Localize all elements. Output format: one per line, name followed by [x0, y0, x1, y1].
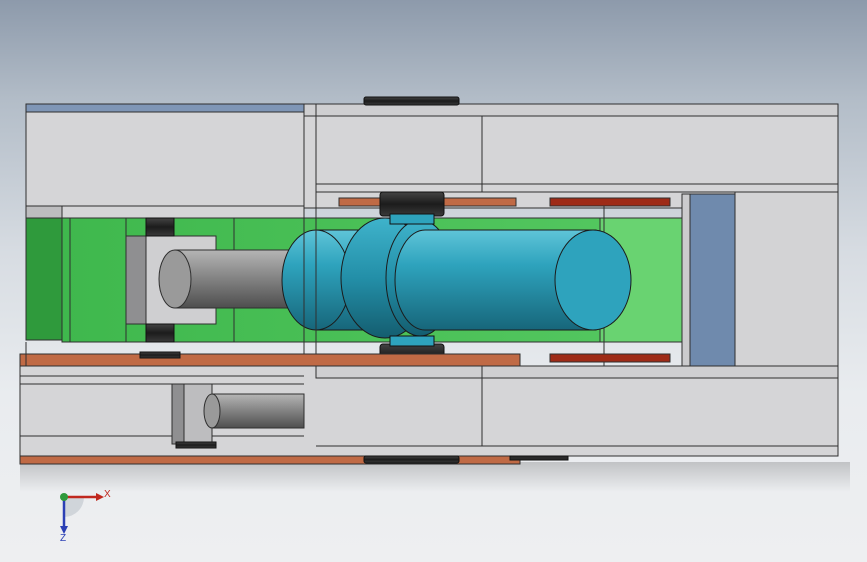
- y-axis-dot: [60, 493, 68, 501]
- hydraulic-cylinder[interactable]: [281, 217, 632, 339]
- cad-model-viewport[interactable]: X Z: [0, 0, 867, 562]
- model-drawing[interactable]: X Z: [0, 0, 867, 562]
- upper-red-guide: [549, 197, 671, 207]
- lower-red-guide: [549, 353, 671, 363]
- top-bearing-cap[interactable]: [363, 96, 460, 106]
- ground-shadow: [20, 462, 850, 492]
- right-end-block[interactable]: [681, 191, 839, 367]
- bottom-bearing-cap: [363, 455, 460, 464]
- lower-bearing-small: [139, 351, 181, 359]
- x-axis-arrow: [96, 493, 104, 501]
- bottom-small-cap: [509, 455, 569, 461]
- lower-copper-rail: [19, 353, 521, 367]
- x-axis-label: X: [104, 489, 111, 500]
- coordinate-triad: X Z: [60, 489, 111, 544]
- z-axis-label: Z: [60, 533, 66, 544]
